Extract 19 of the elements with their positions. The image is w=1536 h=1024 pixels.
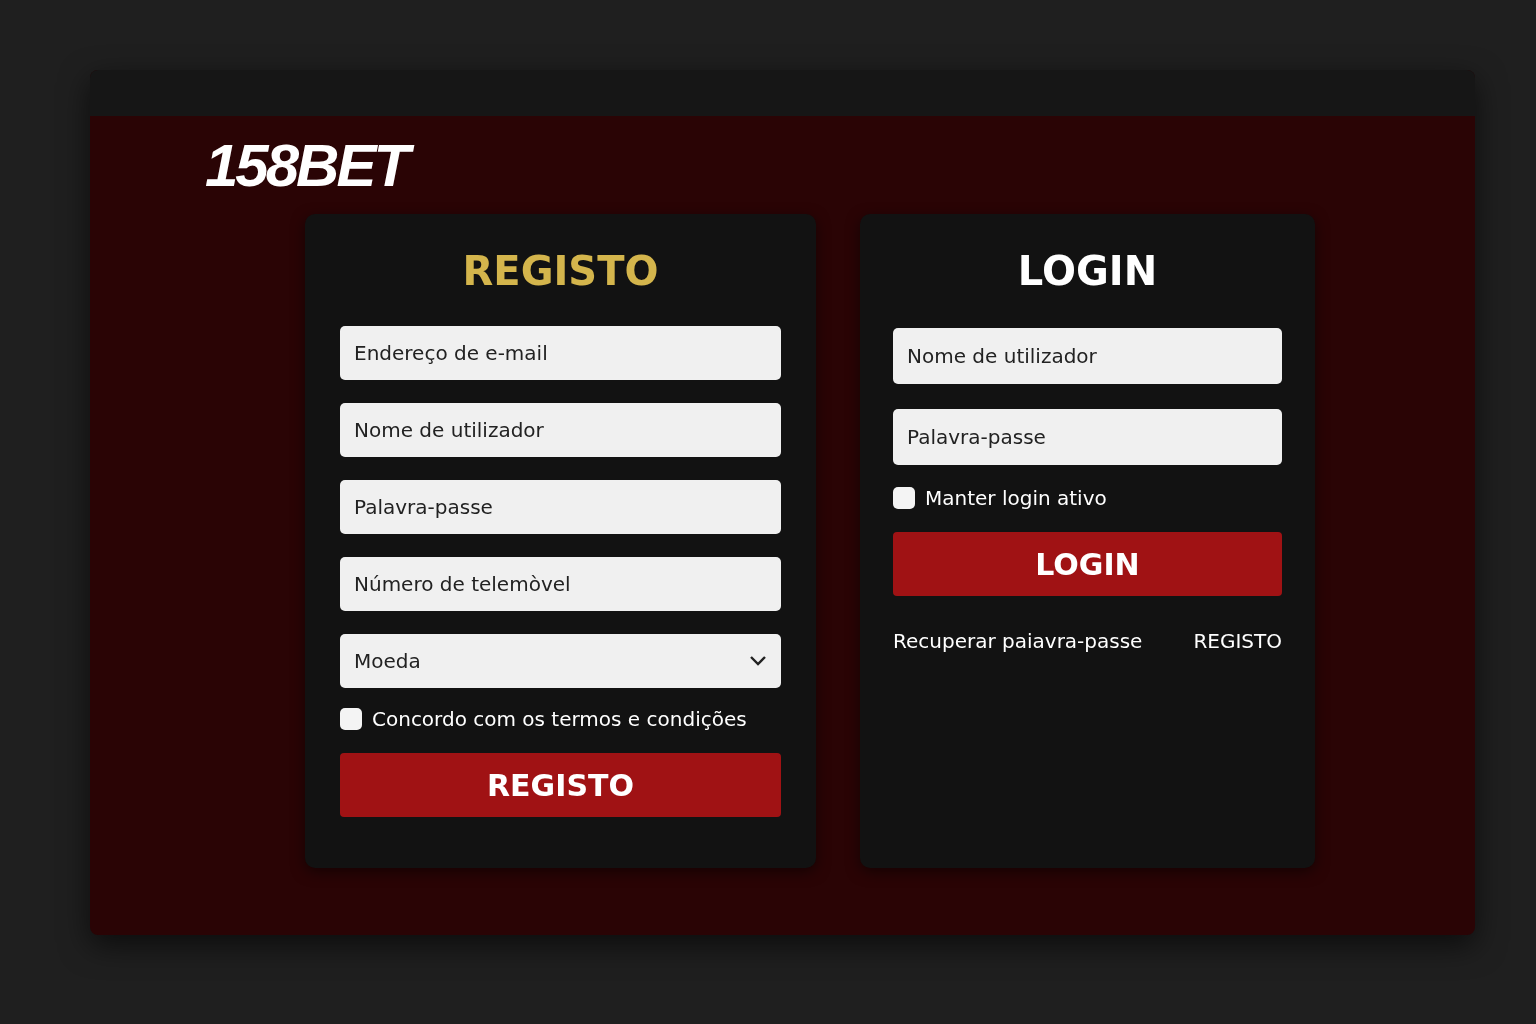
- card-title: LOGIN: [1017, 247, 1158, 296]
- register-button[interactable]: REGISTO: [340, 753, 781, 817]
- link[interactable]: Recuperar paiavra-passe: [893, 629, 1143, 653]
- checkbox[interactable]: [340, 708, 362, 730]
- card-title: REGISTO: [462, 247, 659, 296]
- link[interactable]: REGISTO: [1193, 629, 1282, 653]
- input-field[interactable]: Número de telemòvel: [340, 557, 781, 611]
- checkbox-label: Concordo com os termos e condições: [372, 707, 747, 731]
- checkbox[interactable]: [893, 487, 915, 509]
- input-field[interactable]: Nome de utilizador: [340, 403, 781, 457]
- input-field[interactable]: Palavra-passe: [893, 409, 1282, 465]
- input-field[interactable]: Palavra-passe: [340, 480, 781, 534]
- input-field[interactable]: Endereço de e-mail: [340, 326, 781, 380]
- currency-select[interactable]: Moeda: [340, 634, 781, 688]
- logo: 158BET: [203, 134, 418, 198]
- input-field[interactable]: Nome de utilizador: [893, 328, 1282, 384]
- checkbox-label: Manter login ativo: [925, 486, 1107, 510]
- login-button[interactable]: LOGIN: [893, 532, 1282, 596]
- chevron-down-icon: [749, 655, 767, 667]
